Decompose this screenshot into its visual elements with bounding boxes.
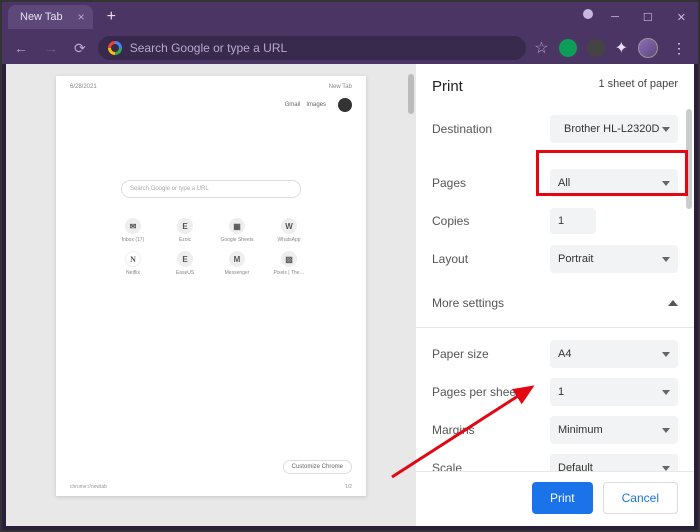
extensions-menu-icon[interactable]: ✦ [615, 38, 628, 58]
pages-per-sheet-select[interactable]: 1 [550, 378, 678, 406]
dialog-footer: Print Cancel [416, 471, 694, 526]
copies-label: Copies [432, 214, 469, 228]
new-tab-button[interactable]: + [101, 8, 122, 26]
chevron-down-icon [662, 428, 670, 433]
record-icon[interactable] [583, 9, 593, 19]
preview-scrollbar[interactable] [408, 74, 414, 114]
extension-grammarly-icon[interactable] [559, 39, 577, 57]
maximize-button[interactable]: ☐ [637, 9, 659, 26]
bookmark-icon[interactable]: ☆ [534, 38, 548, 58]
chevron-down-icon [662, 127, 670, 132]
chevron-down-icon [662, 466, 670, 471]
print-dialog-panel: Print 1 sheet of paper Destination Broth… [416, 64, 694, 526]
content-area: 6/28/2021 New Tab Gmail Images Search Go… [6, 64, 694, 526]
print-preview-pane: 6/28/2021 New Tab Gmail Images Search Go… [6, 64, 416, 526]
paper-size-select[interactable]: A4 [550, 340, 678, 368]
reload-button[interactable]: ⟳ [70, 38, 90, 59]
extension-icon[interactable] [587, 39, 605, 57]
copies-input[interactable]: 1 [550, 208, 596, 234]
pages-per-sheet-label: Pages per sheet [432, 385, 519, 399]
margins-label: Margins [432, 423, 475, 437]
close-window-button[interactable]: ✕ [671, 9, 692, 26]
sheet-count: 1 sheet of paper [598, 78, 678, 95]
more-settings-toggle[interactable]: More settings [432, 283, 678, 323]
print-title: Print [432, 78, 463, 95]
preview-shortcuts-grid: ✉Inbox (17) EEzoic ▦Google Sheets WWhats… [70, 218, 352, 276]
preview-page: 6/28/2021 New Tab Gmail Images Search Go… [56, 76, 366, 496]
chevron-up-icon [668, 300, 678, 306]
google-icon [108, 41, 122, 55]
print-button[interactable]: Print [532, 482, 593, 514]
minimize-button[interactable]: ─ [605, 9, 625, 26]
scale-label: Scale [432, 461, 462, 471]
divider [416, 327, 694, 328]
paper-size-label: Paper size [432, 347, 489, 361]
extension-area: ☆ ✦ ⋮ [534, 38, 690, 58]
chevron-down-icon [662, 257, 670, 262]
preview-customize-button: Customize Chrome [283, 460, 352, 474]
address-bar[interactable]: Search Google or type a URL [98, 36, 527, 60]
back-button[interactable]: ← [10, 38, 32, 58]
layout-select[interactable]: Portrait [550, 245, 678, 273]
destination-label: Destination [432, 122, 492, 136]
close-tab-icon[interactable]: × [78, 10, 85, 24]
preview-gmail-link: Gmail [285, 102, 301, 108]
chrome-menu-icon[interactable]: ⋮ [668, 40, 690, 57]
panel-scrollbar[interactable] [686, 109, 692, 209]
tab-title: New Tab [20, 11, 63, 23]
browser-toolbar: ← → ⟳ Search Google or type a URL ☆ ✦ ⋮ [2, 32, 698, 64]
preview-search-box: Search Google or type a URL [121, 180, 301, 198]
pages-label: Pages [432, 176, 466, 190]
layout-label: Layout [432, 252, 468, 266]
margins-select[interactable]: Minimum [550, 416, 678, 444]
window-controls: ─ ☐ ✕ [583, 9, 692, 26]
preview-title: New Tab [329, 84, 352, 90]
chevron-down-icon [662, 390, 670, 395]
browser-tab[interactable]: New Tab × [8, 5, 93, 29]
cancel-button[interactable]: Cancel [603, 482, 678, 514]
window-titlebar: New Tab × + ─ ☐ ✕ [2, 2, 698, 32]
forward-button: → [40, 38, 62, 58]
preview-date: 6/28/2021 [70, 84, 97, 90]
chevron-down-icon [662, 181, 670, 186]
preview-images-link: Images [306, 102, 326, 108]
pages-select[interactable]: All [550, 169, 678, 197]
omnibox-placeholder: Search Google or type a URL [130, 41, 287, 55]
preview-avatar [338, 98, 352, 112]
profile-avatar[interactable] [638, 38, 658, 58]
scale-select[interactable]: Default [550, 454, 678, 471]
destination-select[interactable]: Brother HL-L2320D se [550, 115, 678, 143]
chevron-down-icon [662, 352, 670, 357]
